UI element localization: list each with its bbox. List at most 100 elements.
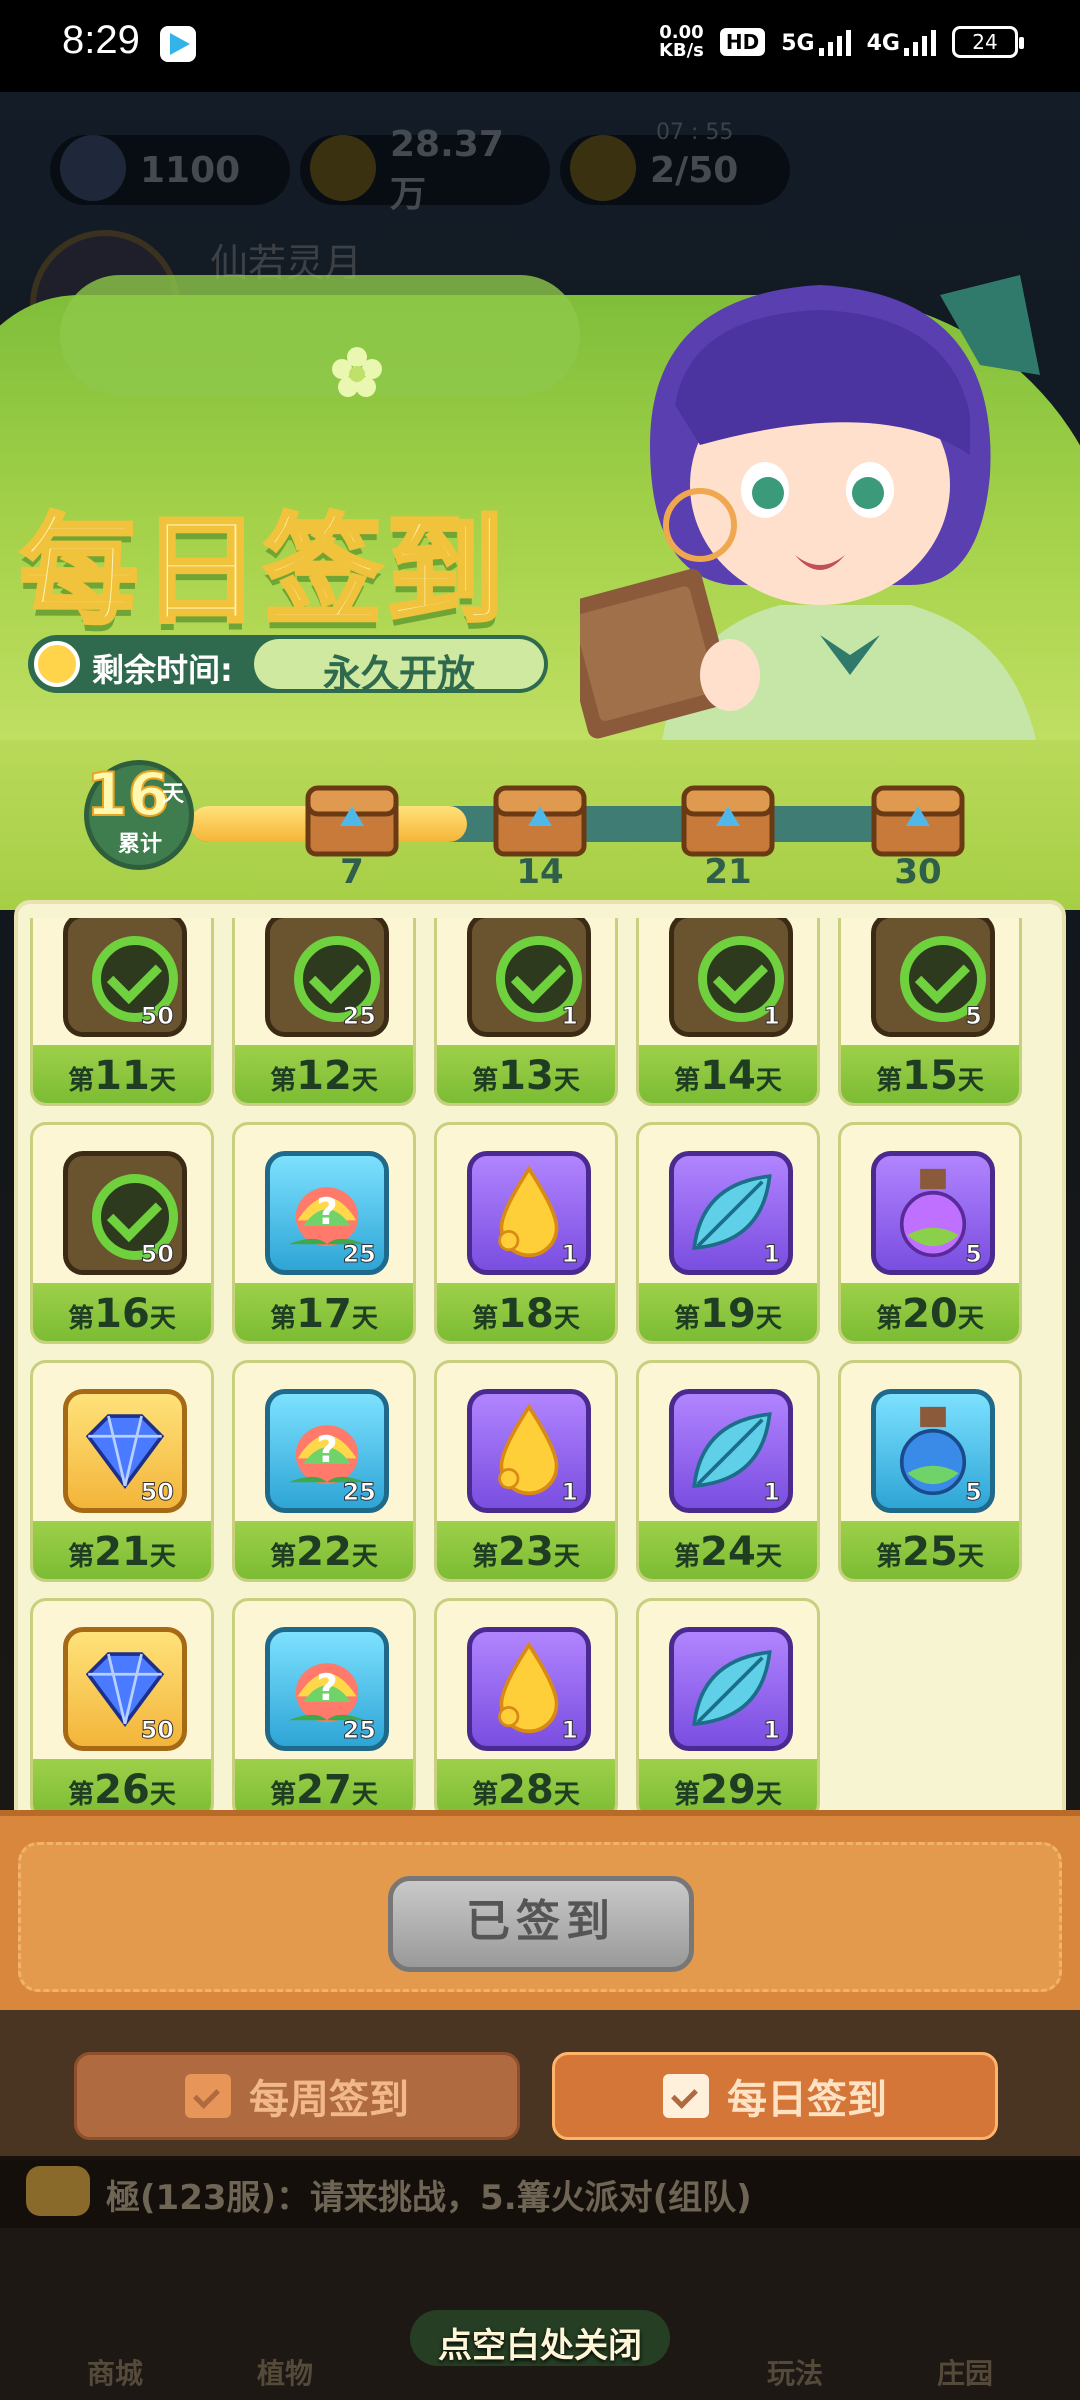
day-label: 第20天: [876, 1291, 984, 1337]
battery-icon: 24: [952, 26, 1024, 58]
day-label: 第19天: [674, 1291, 782, 1337]
reward-day-cell[interactable]: ? 25 第17天: [232, 1122, 416, 1344]
reward-day-cell[interactable]: 1 第23天: [434, 1360, 618, 1582]
reward-grid[interactable]: 50 第11天 25 第12天 1 第13天 1 第14天 5 第15天 50 第16天? 25 第17天…: [30, 918, 1040, 1818]
reward-day-cell[interactable]: 5 第15天: [838, 918, 1022, 1106]
chat-icon: [26, 2166, 90, 2216]
milestone-label: 21: [704, 852, 752, 892]
chat-ticker[interactable]: 極(123服)：请来挑战，5.篝火派对(组队): [0, 2156, 1080, 2228]
reward-day-cell[interactable]: 1 第24天: [636, 1360, 820, 1582]
cumulative-days: 16: [85, 759, 170, 831]
day-label: 第25天: [876, 1529, 984, 1575]
character-illustration: [580, 275, 1040, 760]
item-quantity: 5: [965, 1002, 983, 1031]
hd-icon: HD: [719, 28, 766, 56]
cumulative-label: 累计: [118, 832, 163, 857]
claimed-check-icon: 50: [63, 918, 187, 1037]
remaining-time-value: 永久开放: [322, 652, 475, 696]
item-quantity: 1: [561, 1240, 579, 1269]
claimed-check-icon: 1: [467, 918, 591, 1037]
item-quantity: 50: [140, 1240, 174, 1269]
item-quantity: 25: [342, 1716, 376, 1745]
day-label: 第14天: [674, 1053, 782, 1099]
item-quantity: 5: [965, 1240, 983, 1269]
reward-day-cell[interactable]: 1 第29天: [636, 1598, 820, 1818]
day-label: 第21天: [68, 1529, 176, 1575]
milestone-chest-icon[interactable]: [680, 778, 776, 858]
reward-day-cell[interactable]: 1 第18天: [434, 1122, 618, 1344]
signed-button[interactable]: 已签到: [388, 1876, 694, 1972]
reward-day-cell[interactable]: 25 第12天: [232, 918, 416, 1106]
milestone-label: 30: [894, 852, 942, 892]
reward-day-cell[interactable]: 50 第21天: [30, 1360, 214, 1582]
claimed-check-icon: 50: [63, 1151, 187, 1275]
purple-potion-icon: 5: [871, 1151, 995, 1275]
item-quantity: 5: [965, 1478, 983, 1507]
reward-day-cell[interactable]: 50 第26天: [30, 1598, 214, 1818]
gold-drop-icon: 1: [467, 1151, 591, 1275]
crystal-leaf-icon: 1: [669, 1151, 793, 1275]
item-quantity: 1: [561, 1002, 579, 1031]
day-label: 第28天: [472, 1767, 580, 1813]
reward-day-cell[interactable]: ? 25 第22天: [232, 1360, 416, 1582]
gold-drop-icon: 1: [467, 1389, 591, 1513]
milestone-chest-icon[interactable]: [304, 778, 400, 858]
item-quantity: 50: [140, 1478, 174, 1507]
day-label: 第27天: [270, 1767, 378, 1813]
reward-day-cell[interactable]: ? 25 第27天: [232, 1598, 416, 1818]
day-label: 第22天: [270, 1529, 378, 1575]
clock-icon: [34, 641, 80, 687]
item-quantity: 1: [763, 1240, 781, 1269]
milestone-chest-icon[interactable]: [492, 778, 588, 858]
item-quantity: 1: [763, 1716, 781, 1745]
day-label: 第18天: [472, 1291, 580, 1337]
claimed-check-icon: 25: [265, 918, 389, 1037]
day-label: 第12天: [270, 1053, 378, 1099]
item-quantity: 50: [140, 1002, 174, 1031]
flower-icon: [332, 347, 382, 397]
day-label: 第13天: [472, 1053, 580, 1099]
claimed-check-icon: 1: [669, 918, 793, 1037]
network-speed: 0.00 KB/s: [658, 22, 704, 61]
remaining-time: 剩余时间: 永久开放: [28, 635, 548, 696]
diamond-icon: 50: [63, 1389, 187, 1513]
close-hint[interactable]: 点空白处关闭: [0, 2318, 1080, 2367]
calendar-icon: [185, 2074, 231, 2118]
crystal-leaf-icon: 1: [669, 1627, 793, 1751]
rainbow-seed-icon: ? 25: [265, 1151, 389, 1275]
reward-day-cell[interactable]: 1 第13天: [434, 918, 618, 1106]
reward-day-cell[interactable]: 1 第28天: [434, 1598, 618, 1818]
item-quantity: 25: [342, 1478, 376, 1507]
daily-checkin-banner: 每日签到 剩余时间: 永久开放: [0, 255, 1080, 760]
day-label: 第11天: [68, 1053, 176, 1099]
svg-text:?: ?: [316, 1666, 337, 1709]
reward-day-cell[interactable]: 50 第11天: [30, 918, 214, 1106]
diamond-icon: 50: [63, 1627, 187, 1751]
chat-message: 極(123服)：请来挑战，5.篝火派对(组队): [106, 2178, 752, 2218]
reward-day-cell[interactable]: 1 第14天: [636, 918, 820, 1106]
item-quantity: 25: [342, 1240, 376, 1269]
day-label: 第17天: [270, 1291, 378, 1337]
item-quantity: 25: [342, 1002, 376, 1031]
milestone-label: 14: [516, 852, 564, 892]
item-quantity: 1: [763, 1002, 781, 1031]
gold-drop-icon: 1: [467, 1627, 591, 1751]
day-label: 第15天: [876, 1053, 984, 1099]
milestone-chest-icon[interactable]: [870, 778, 966, 858]
claimed-check-icon: 5: [871, 918, 995, 1037]
item-quantity: 50: [140, 1716, 174, 1745]
item-quantity: 1: [763, 1478, 781, 1507]
day-label: 第24天: [674, 1529, 782, 1575]
reward-day-cell[interactable]: 5 第25天: [838, 1360, 1022, 1582]
reward-day-cell[interactable]: 1 第19天: [636, 1122, 820, 1344]
tab-daily-checkin[interactable]: 每日签到: [552, 2052, 998, 2140]
milestone-label: 7: [340, 852, 364, 892]
tab-weekly-checkin[interactable]: 每周签到: [74, 2052, 520, 2140]
reward-day-cell[interactable]: 50 第16天: [30, 1122, 214, 1344]
reward-day-cell[interactable]: 5 第20天: [838, 1122, 1022, 1344]
checkin-progress: 16 天 累计 7 14 21 30: [0, 740, 1080, 910]
day-label: 第29天: [674, 1767, 782, 1813]
clock: 8:29: [62, 18, 140, 62]
calendar-icon: [663, 2074, 709, 2118]
status-bar: 8:29 0.00 KB/s HD 5G 4G 24: [0, 0, 1080, 92]
